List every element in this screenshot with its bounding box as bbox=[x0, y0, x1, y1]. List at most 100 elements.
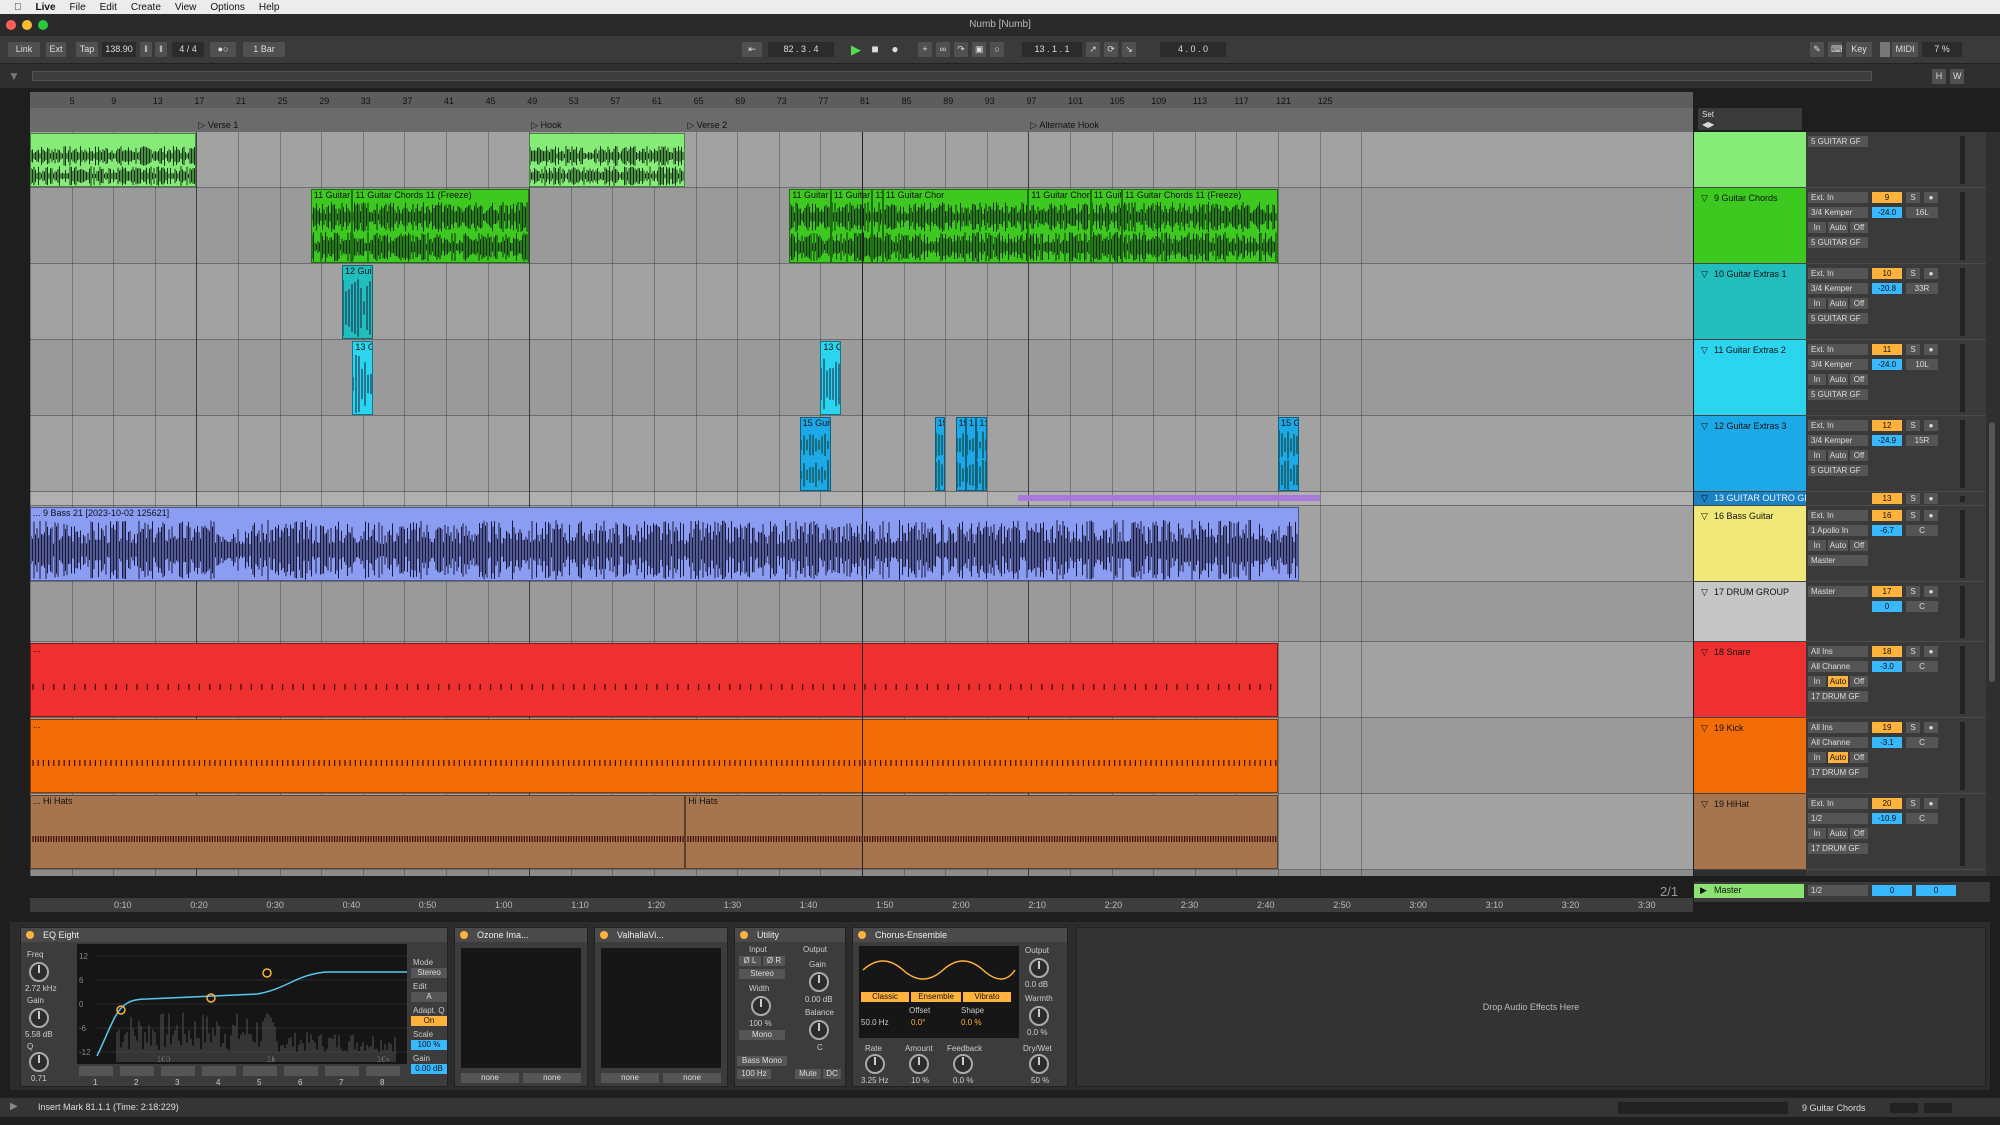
fold-icon[interactable]: ▽ bbox=[1701, 193, 1708, 204]
solo-button[interactable]: S bbox=[1906, 493, 1920, 504]
midi-map-button[interactable]: MIDI bbox=[1892, 42, 1918, 57]
loop-length-field[interactable]: 4 . 0 . 0 bbox=[1160, 42, 1226, 57]
re-enable-automation-icon[interactable]: ↷ bbox=[954, 42, 968, 57]
input-type-dropdown[interactable]: Ext. In bbox=[1808, 798, 1868, 809]
adaptive-q-button[interactable]: On bbox=[411, 1016, 447, 1026]
phase-left-button[interactable]: Ø L bbox=[739, 956, 761, 966]
tap-tempo-button[interactable]: Tap bbox=[76, 42, 98, 57]
output-dropdown[interactable]: 17 DRUM GF bbox=[1808, 843, 1868, 854]
automation-arm-icon[interactable]: ∞ bbox=[936, 42, 950, 57]
fold-icon[interactable]: ▽ bbox=[1701, 587, 1708, 598]
track-name[interactable]: 9 Guitar Chords bbox=[1714, 193, 1778, 203]
plugin-display[interactable] bbox=[601, 948, 721, 1068]
eq-band-filter-type[interactable] bbox=[243, 1066, 277, 1076]
track-activator[interactable]: 10 bbox=[1872, 268, 1902, 279]
eq-band-filter-type[interactable] bbox=[325, 1066, 359, 1076]
output-dropdown[interactable]: 5 GUITAR GF bbox=[1808, 389, 1868, 400]
channel-mode-dropdown[interactable]: Stereo bbox=[739, 969, 785, 979]
audio-clip[interactable]: 15 bbox=[934, 417, 946, 491]
arm-icon[interactable]: ● bbox=[1924, 722, 1938, 733]
solo-button[interactable]: S bbox=[1906, 722, 1920, 733]
bass-mono-freq[interactable]: 100 Hz bbox=[737, 1069, 771, 1079]
track-activator[interactable]: 19 bbox=[1872, 722, 1902, 733]
audio-clip[interactable]: 11 Guitar Chor bbox=[882, 189, 1029, 263]
input-channel-dropdown[interactable]: 3/4 Kemper bbox=[1808, 207, 1868, 218]
volume-field[interactable]: -24.9 bbox=[1872, 435, 1902, 446]
menu-edit[interactable]: Edit bbox=[100, 2, 117, 13]
drop-effects-area[interactable]: Drop Audio Effects Here bbox=[1076, 927, 1986, 1087]
audio-clip[interactable]: 11 Guitar Chords 11 (Freeze) bbox=[830, 189, 873, 263]
arm-icon[interactable]: ● bbox=[1924, 798, 1938, 809]
arm-icon[interactable]: ● bbox=[1924, 646, 1938, 657]
input-type-dropdown[interactable]: Ext. In bbox=[1808, 268, 1868, 279]
monitor-in-button[interactable]: In bbox=[1808, 374, 1826, 385]
solo-button[interactable]: S bbox=[1906, 510, 1920, 521]
track-header[interactable]: ▽ 19 Kick bbox=[1694, 718, 1806, 794]
mute-button[interactable]: Mute bbox=[795, 1069, 821, 1079]
draw-mode-icon[interactable]: ✎ bbox=[1810, 42, 1824, 57]
monitor-auto-button[interactable]: Auto bbox=[1828, 752, 1848, 763]
macro-select-2[interactable]: none bbox=[523, 1073, 581, 1083]
mode-vibrato[interactable]: Vibrato bbox=[963, 992, 1011, 1002]
eq-band-number[interactable]: 4 bbox=[216, 1078, 220, 1087]
locator-lane[interactable]: ▷ Verse 1 ▷ Hook ▷ Verse 2 ▷ Alternate Hook bbox=[30, 108, 1693, 132]
plugin-display[interactable] bbox=[461, 948, 581, 1068]
loop-icon[interactable]: ⟳ bbox=[1104, 42, 1118, 57]
quantize-dropdown[interactable]: 1 Bar bbox=[243, 42, 285, 57]
play-icon[interactable]: ▶ bbox=[848, 42, 862, 57]
audio-clip[interactable]: 12 Guita bbox=[342, 265, 374, 339]
master-volume[interactable]: 0 bbox=[1872, 885, 1912, 896]
monitor-in-button[interactable]: In bbox=[1808, 222, 1826, 233]
arrangement-position-field[interactable]: 82 . 3 . 4 bbox=[768, 42, 834, 57]
overview-strip[interactable] bbox=[32, 71, 1872, 81]
track-header[interactable]: ▽ 19 HiHat bbox=[1694, 794, 1806, 870]
pan-field[interactable]: 33R bbox=[1906, 283, 1938, 294]
locator-marker[interactable]: ▷ Verse 2 bbox=[687, 120, 727, 131]
input-channel-dropdown[interactable]: 3/4 Kemper bbox=[1808, 359, 1868, 370]
mode-ensemble[interactable]: Ensemble bbox=[911, 992, 961, 1002]
input-type-dropdown[interactable]: Ext. In bbox=[1808, 510, 1868, 521]
punch-in-icon[interactable]: ↗ bbox=[1086, 42, 1100, 57]
fold-icon[interactable]: ▽ bbox=[1701, 493, 1708, 504]
arm-icon[interactable]: ● bbox=[1924, 510, 1938, 521]
audio-clip[interactable]: 15 bbox=[955, 417, 966, 491]
device-on-icon[interactable] bbox=[460, 931, 468, 939]
macro-select-1[interactable]: none bbox=[601, 1073, 659, 1083]
monitor-off-button[interactable]: Off bbox=[1850, 540, 1868, 551]
follow-icon[interactable]: ⇤ bbox=[742, 42, 762, 57]
mono-button[interactable]: Mono bbox=[739, 1030, 785, 1040]
track-header[interactable]: ▽ 11 Guitar Extras 2 bbox=[1694, 340, 1806, 416]
input-channel-dropdown[interactable]: 3/4 Kemper bbox=[1808, 435, 1868, 446]
track-activator[interactable]: 16 bbox=[1872, 510, 1902, 521]
monitor-off-button[interactable]: Off bbox=[1850, 374, 1868, 385]
fold-icon[interactable]: ▽ bbox=[1701, 723, 1708, 734]
solo-button[interactable]: S bbox=[1906, 646, 1920, 657]
menu-create[interactable]: Create bbox=[131, 2, 161, 13]
output-dropdown[interactable]: 17 DRUM GF bbox=[1808, 691, 1868, 702]
locator-marker[interactable]: ▷ Alternate Hook bbox=[1030, 120, 1098, 131]
track-header[interactable] bbox=[1694, 132, 1806, 188]
gain-knob[interactable] bbox=[29, 1008, 49, 1028]
metronome-icon[interactable]: ●○ bbox=[210, 42, 236, 57]
solo-button[interactable]: S bbox=[1906, 344, 1920, 355]
input-channel-dropdown[interactable]: 3/4 Kemper bbox=[1808, 283, 1868, 294]
solo-button[interactable]: S bbox=[1906, 192, 1920, 203]
eq-band-number[interactable]: 6 bbox=[298, 1078, 302, 1087]
monitor-in-button[interactable]: In bbox=[1808, 298, 1826, 309]
monitor-auto-button[interactable]: Auto bbox=[1828, 298, 1848, 309]
warmth-knob[interactable] bbox=[1029, 1006, 1049, 1026]
device-on-icon[interactable] bbox=[600, 931, 608, 939]
output-dropdown[interactable]: 5 GUITAR GF bbox=[1808, 465, 1868, 476]
arm-icon[interactable]: ● bbox=[1924, 420, 1938, 431]
monitor-off-button[interactable]: Off bbox=[1850, 222, 1868, 233]
track-header[interactable]: ▽ 17 DRUM GROUP bbox=[1694, 582, 1806, 642]
solo-button[interactable]: S bbox=[1906, 420, 1920, 431]
audio-clip[interactable]: ... 9 Bass 21 [2023-10-02 125621] bbox=[30, 507, 1299, 581]
eq-band-filter-type[interactable] bbox=[161, 1066, 195, 1076]
audio-clip[interactable]: 11 Guitar Chords 11 (Freeze) bbox=[1122, 189, 1278, 263]
utility-gain-knob[interactable] bbox=[809, 972, 829, 992]
locator-marker[interactable]: ▷ Verse 1 bbox=[198, 120, 238, 131]
volume-field[interactable]: 0 bbox=[1872, 601, 1902, 612]
monitor-off-button[interactable]: Off bbox=[1850, 752, 1868, 763]
solo-button[interactable]: S bbox=[1906, 586, 1920, 597]
